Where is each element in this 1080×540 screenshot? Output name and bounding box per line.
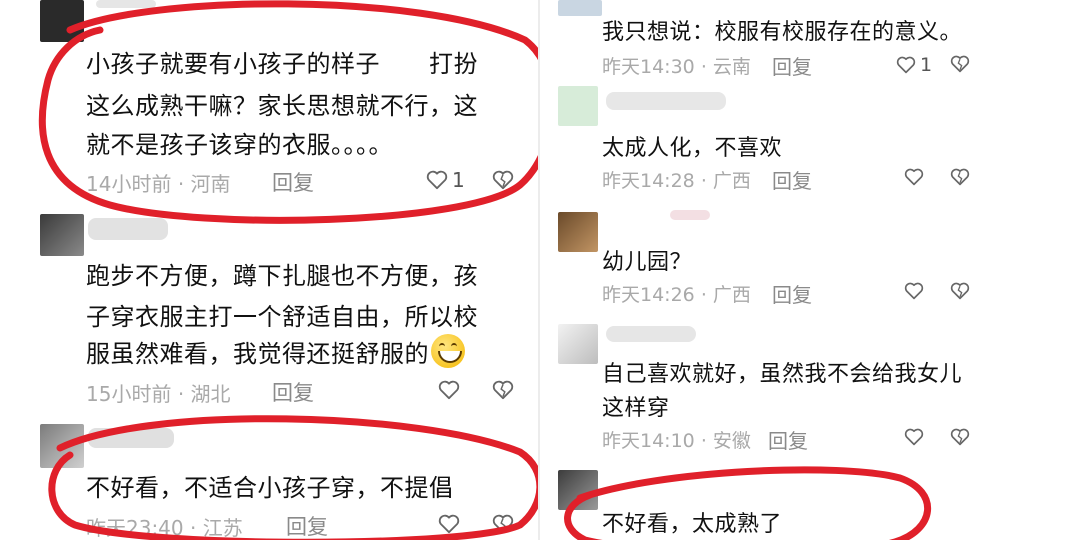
comment-time: 昨天14:28 bbox=[602, 170, 695, 192]
comment-text-line: 服虽然难看，我觉得还挺舒服的 bbox=[86, 334, 465, 369]
comment-meta: 昨天23:40 · 江苏 bbox=[86, 516, 243, 540]
username-blurred[interactable] bbox=[606, 326, 696, 342]
like-button[interactable]: 1 bbox=[896, 54, 932, 76]
comment-meta: 昨天14:30 · 云南 bbox=[602, 56, 751, 78]
heart-outline-icon[interactable] bbox=[904, 168, 924, 186]
broken-heart-outline-icon[interactable] bbox=[950, 168, 970, 186]
comment-meta: 昨天14:10 · 安徽 bbox=[602, 430, 751, 452]
heart-outline-icon[interactable] bbox=[904, 428, 924, 446]
comment-time: 14小时前 bbox=[86, 172, 172, 196]
avatar[interactable] bbox=[558, 212, 598, 252]
comment-text-line: 小孩子就要有小孩子的样子 打扮 bbox=[86, 50, 478, 78]
comment-text-line: 就不是孩子该穿的衣服。。。。 bbox=[86, 131, 393, 159]
comment-text-line: 这么成熟干嘛？家长思想就不行，这 bbox=[86, 92, 478, 120]
broken-heart-outline-icon[interactable] bbox=[950, 282, 970, 300]
like-count: 1 bbox=[920, 54, 933, 76]
comment-time: 昨天14:10 bbox=[602, 430, 695, 452]
heart-outline-icon[interactable] bbox=[904, 282, 924, 300]
broken-heart-outline-icon[interactable] bbox=[492, 380, 514, 400]
comment-text: 服虽然难看，我觉得还挺舒服的 bbox=[86, 340, 429, 368]
comment-meta: 昨天14:26 · 广西 bbox=[602, 284, 751, 306]
reply-button[interactable]: 回复 bbox=[272, 377, 314, 407]
comment-time: 15小时前 bbox=[86, 382, 172, 406]
comment-text-line: 自己喜欢就好，虽然我不会给我女儿 bbox=[602, 362, 963, 387]
broken-heart-outline-icon[interactable] bbox=[950, 428, 970, 446]
reply-button[interactable]: 回复 bbox=[768, 425, 808, 454]
comment-meta: 15小时前 · 湖北 bbox=[86, 382, 231, 406]
comment-meta: 昨天14:28 · 广西 bbox=[602, 170, 751, 192]
comment-time: 昨天23:40 bbox=[86, 516, 184, 540]
heart-outline-icon[interactable] bbox=[438, 380, 460, 400]
comment-text: 我只想说：校服有校服存在的意义。 bbox=[602, 20, 963, 45]
comment-text-line: 子穿衣服主打一个舒适自由，所以校 bbox=[86, 303, 478, 331]
avatar[interactable] bbox=[40, 0, 84, 42]
comment-time: 昨天14:30 bbox=[602, 56, 695, 78]
comment-location: 安徽 bbox=[712, 430, 751, 452]
avatar[interactable] bbox=[558, 86, 598, 126]
reply-button[interactable]: 回复 bbox=[772, 279, 812, 308]
username-blurred[interactable] bbox=[606, 92, 726, 110]
broken-heart-outline-icon[interactable] bbox=[492, 170, 514, 190]
comment-text-line: 不好看，不适合小孩子穿，不提倡 bbox=[86, 474, 454, 502]
avatar[interactable] bbox=[40, 214, 84, 256]
reply-button[interactable]: 回复 bbox=[286, 511, 328, 540]
reply-button[interactable]: 回复 bbox=[772, 165, 812, 194]
avatar[interactable] bbox=[40, 424, 84, 468]
username-blurred[interactable] bbox=[88, 218, 168, 240]
comment-text-line: 这样穿 bbox=[602, 396, 670, 421]
comment-location: 云南 bbox=[712, 56, 751, 78]
broken-heart-outline-icon[interactable] bbox=[950, 55, 970, 73]
username-blurred[interactable] bbox=[96, 0, 156, 8]
comment-location: 广西 bbox=[712, 170, 751, 192]
username-blurred[interactable] bbox=[88, 428, 174, 448]
heart-outline-icon bbox=[426, 170, 448, 190]
comment-location: 湖北 bbox=[190, 382, 231, 406]
comment-time: 昨天14:26 bbox=[602, 284, 695, 306]
comment-text: 不好看，太成熟了 bbox=[602, 512, 783, 537]
comment-column-right: 我只想说：校服有校服存在的意义。 昨天14:30 · 云南 回复 1 太成人化，… bbox=[540, 0, 1080, 540]
avatar[interactable] bbox=[558, 470, 598, 510]
like-button[interactable]: 1 bbox=[426, 168, 465, 192]
reply-button[interactable]: 回复 bbox=[772, 51, 812, 80]
grinning-emoji-icon bbox=[431, 334, 465, 368]
avatar[interactable] bbox=[558, 324, 598, 364]
heart-outline-icon[interactable] bbox=[438, 514, 460, 534]
comment-location: 江苏 bbox=[202, 516, 243, 540]
avatar[interactable] bbox=[558, 0, 602, 16]
comment-column-left: 小孩子就要有小孩子的样子 打扮 这么成熟干嘛？家长思想就不行，这 就不是孩子该穿… bbox=[0, 0, 540, 540]
comment-text: 太成人化，不喜欢 bbox=[602, 136, 783, 161]
broken-heart-outline-icon[interactable] bbox=[492, 514, 514, 534]
comment-meta: 14小时前 · 河南 bbox=[86, 172, 231, 196]
comment-location: 河南 bbox=[190, 172, 231, 196]
username-blurred[interactable] bbox=[670, 210, 710, 220]
comment-text-line: 跑步不方便，蹲下扎腿也不方便，孩 bbox=[86, 262, 478, 290]
comment-location: 广西 bbox=[712, 284, 751, 306]
reply-button[interactable]: 回复 bbox=[272, 167, 314, 197]
like-count: 1 bbox=[452, 168, 465, 192]
comment-text: 幼儿园？ bbox=[602, 250, 693, 275]
heart-outline-icon bbox=[896, 56, 916, 74]
